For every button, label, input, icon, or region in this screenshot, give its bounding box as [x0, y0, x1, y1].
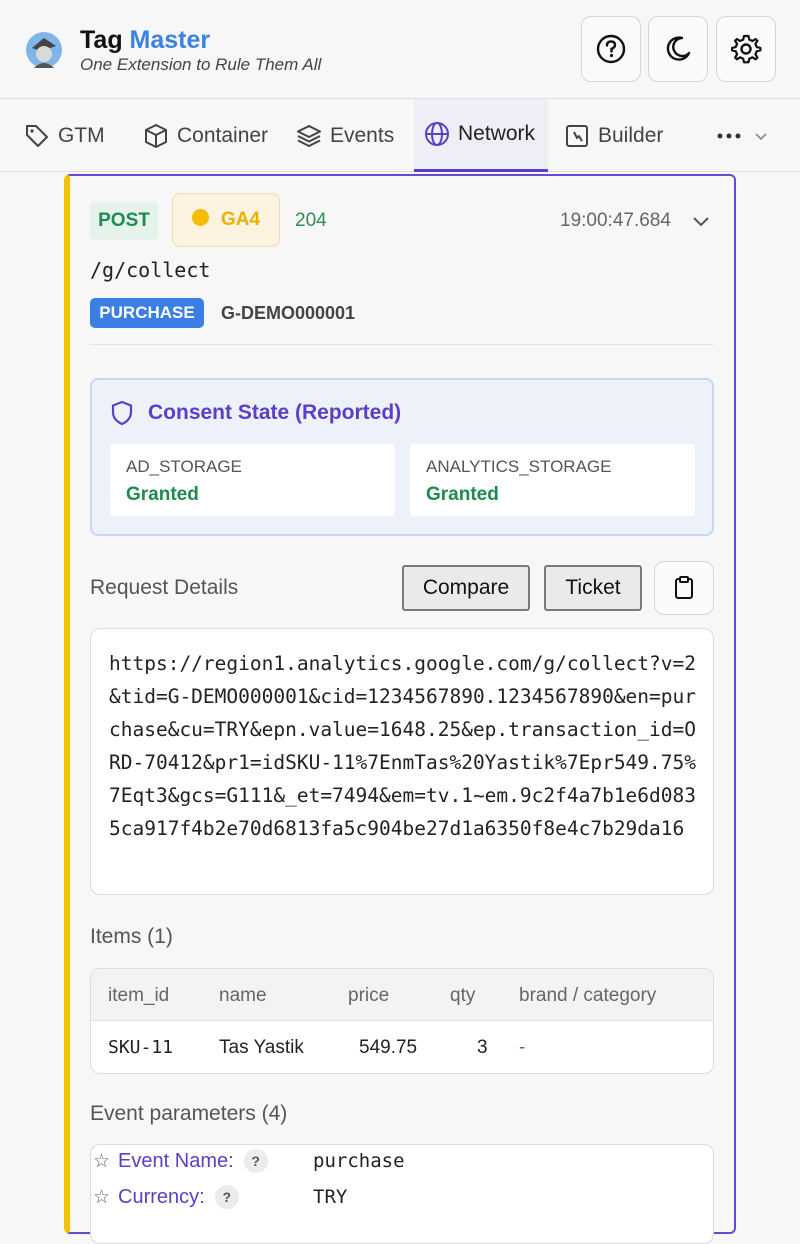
layers-icon — [297, 124, 321, 147]
event-params-title: Event parameters (4) — [90, 1102, 288, 1125]
divider — [90, 344, 714, 345]
shield-icon — [111, 400, 133, 426]
request-url: https://region1.analytics.google.com/g/c… — [109, 652, 696, 840]
gear-icon — [731, 34, 762, 64]
tab-events[interactable]: Events — [296, 99, 394, 172]
tag-icon — [26, 124, 48, 147]
app-subtitle: One Extension to Rule Them All — [80, 55, 322, 74]
app-title: Tag Master — [80, 26, 211, 54]
cell-price: 549.75 — [359, 1037, 418, 1058]
cell-brand: - — [519, 1037, 526, 1058]
cube-icon — [145, 123, 167, 148]
request-path: /g/collect — [90, 258, 211, 282]
param-row: ☆ Event Name: ? — [93, 1149, 268, 1173]
items-table: item_id name price qty brand / category … — [90, 968, 714, 1074]
vendor-badge: GA4 — [172, 193, 280, 247]
help-icon[interactable]: ? — [243, 1149, 268, 1173]
cell-name: Tas Yastik — [219, 1037, 304, 1058]
consent-ad-storage: AD_STORAGE Granted — [110, 444, 395, 516]
tab-container[interactable]: Container — [143, 99, 268, 172]
column-name: name — [219, 985, 267, 1006]
theme-toggle-button[interactable] — [648, 16, 708, 82]
settings-button[interactable] — [716, 16, 776, 82]
event-params-list: ☆ Event Name: ? purchase ☆ Currency: ? T… — [90, 1144, 714, 1244]
tab-gtm[interactable]: GTM — [24, 99, 105, 172]
table-header: item_id name price qty brand / category — [91, 969, 713, 1021]
tab-bar: GTM Container Events Network Builder — [0, 99, 800, 172]
copy-button[interactable] — [654, 561, 714, 615]
vendor-dot-icon — [191, 208, 209, 226]
measurement-id: G-DEMO000001 — [221, 303, 356, 323]
event-badge: PURCHASE — [90, 298, 204, 328]
tab-builder[interactable]: Builder — [564, 99, 663, 172]
param-row: ☆ Currency: ? — [93, 1185, 239, 1209]
globe-icon — [425, 122, 449, 146]
column-item-id: item_id — [108, 985, 170, 1006]
param-value: TRY — [313, 1186, 348, 1208]
tab-network[interactable]: Network — [414, 99, 548, 172]
request-time: 19:00:47.684 — [560, 210, 671, 231]
method-badge: POST — [90, 202, 158, 240]
help-button[interactable] — [581, 16, 641, 82]
cell-item-id: SKU-11 — [108, 1037, 174, 1058]
ticket-button[interactable]: Ticket — [544, 565, 642, 611]
collapse-chevron-icon[interactable] — [690, 210, 712, 232]
help-icon[interactable]: ? — [214, 1185, 239, 1209]
consent-title: Consent State (Reported) — [110, 400, 401, 426]
items-title: Items (1) — [90, 925, 173, 948]
star-icon[interactable]: ☆ — [93, 1186, 110, 1209]
column-brand-category: brand / category — [519, 985, 657, 1006]
moon-icon — [666, 36, 691, 61]
builder-icon — [566, 124, 588, 147]
column-qty: qty — [450, 985, 476, 1006]
consent-analytics-storage: ANALYTICS_STORAGE Granted — [410, 444, 695, 516]
chevron-down-icon — [755, 132, 767, 140]
brand: Tag Master One Extension to Rule Them Al… — [80, 25, 321, 75]
param-value: purchase — [313, 1150, 405, 1172]
request-url-box[interactable]: https://region1.analytics.google.com/g/c… — [90, 628, 714, 895]
star-icon[interactable]: ☆ — [93, 1150, 110, 1173]
cell-qty: 3 — [477, 1037, 488, 1058]
help-icon — [596, 34, 626, 64]
more-tabs-button[interactable] — [716, 99, 768, 172]
column-price: price — [348, 985, 390, 1006]
logo-icon — [26, 32, 62, 68]
clipboard-icon — [675, 576, 693, 599]
app-header: Tag Master One Extension to Rule Them Al… — [0, 0, 800, 99]
status-code: 204 — [295, 210, 327, 231]
more-icon — [717, 133, 741, 138]
request-details-title: Request Details — [90, 576, 239, 599]
compare-button[interactable]: Compare — [402, 565, 530, 611]
